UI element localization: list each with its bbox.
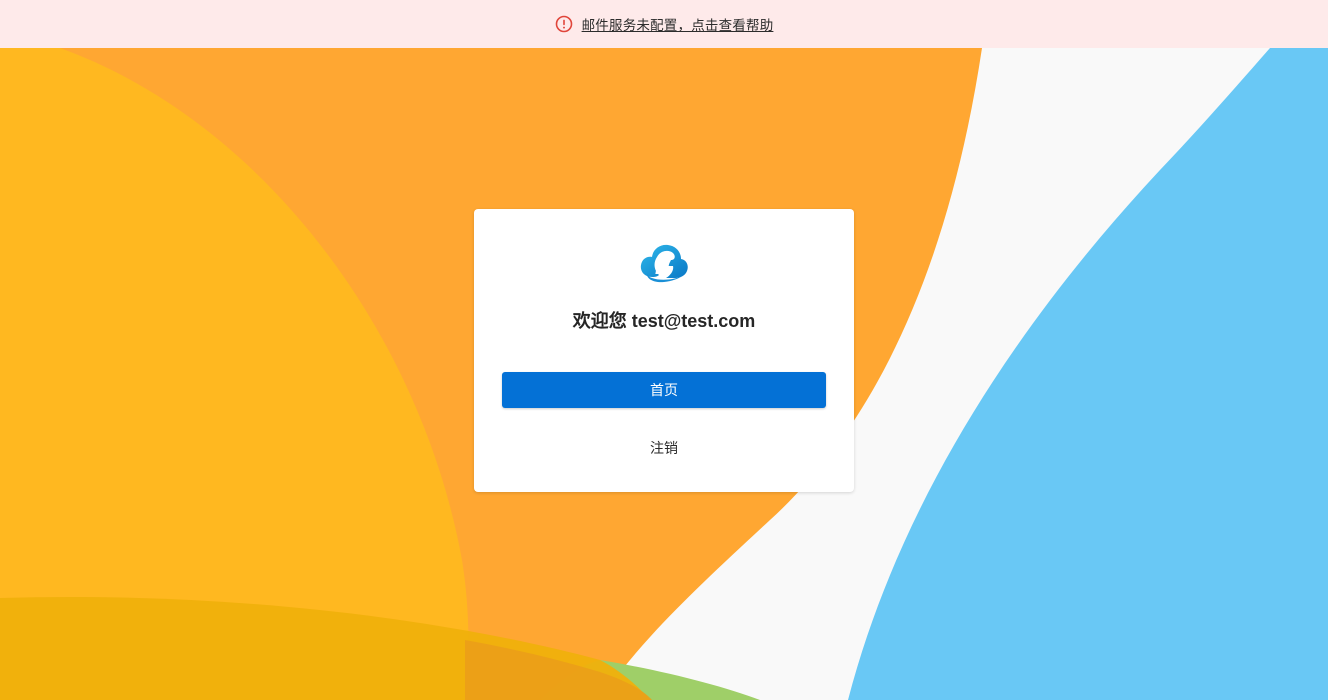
home-button[interactable]: 首页	[502, 372, 826, 408]
mail-config-alert-banner: 邮件服务未配置，点击查看帮助	[0, 0, 1328, 48]
alert-circle-icon	[555, 15, 573, 33]
welcome-title: 欢迎您 test@test.com	[572, 311, 756, 331]
cloud-h-logo-icon: H	[638, 239, 690, 287]
svg-text:H: H	[655, 257, 670, 279]
welcome-card: H 欢迎您 test@test.com 首页 注销	[474, 209, 854, 492]
login-success-page: 邮件服务未配置，点击查看帮助 H 欢迎您 test@test.com 首页 注销	[0, 0, 1328, 700]
logout-link[interactable]: 注销	[474, 438, 854, 458]
alert-help-link[interactable]: 邮件服务未配置，点击查看帮助	[582, 14, 774, 34]
